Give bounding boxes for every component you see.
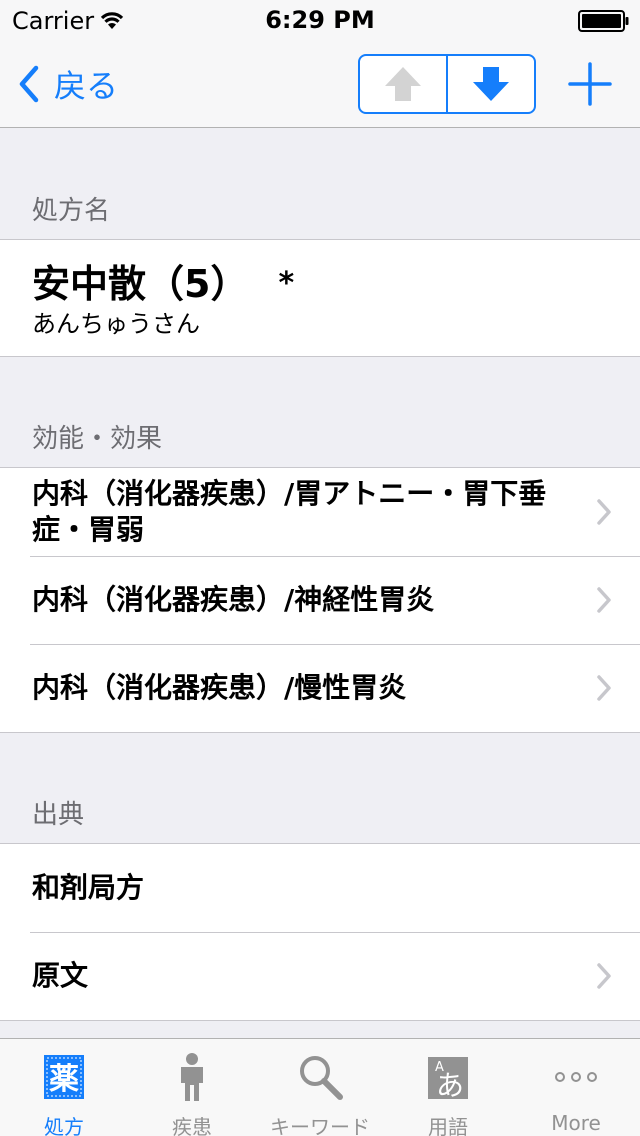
prescription-name: 安中散（5） bbox=[32, 262, 249, 306]
tab-label: 疾患 bbox=[172, 1115, 212, 1136]
tab-bar: 薬 処方 疾患 キーワード A あ 用語 More bbox=[0, 1038, 640, 1136]
back-button[interactable]: 戻る bbox=[14, 60, 118, 108]
tab-label: 用語 bbox=[428, 1115, 468, 1136]
effect-row[interactable]: 内科（消化器疾患）/神経性胃炎 bbox=[0, 556, 640, 644]
previous-button[interactable] bbox=[360, 56, 446, 112]
section-header-label: 処方名 bbox=[32, 196, 111, 226]
section-header-effects: 効能・効果 bbox=[0, 357, 640, 467]
chevron-left-icon bbox=[19, 65, 39, 103]
source-label: 和剤局方 bbox=[32, 871, 145, 904]
medicine-icon-glyph: 薬 bbox=[49, 1062, 79, 1097]
section-header-label: 出典 bbox=[32, 800, 85, 830]
effect-label: 内科（消化器疾患）/神経性胃炎 bbox=[32, 583, 435, 616]
name-group: 安中散（5） * あんちゅうさん bbox=[0, 239, 640, 357]
section-header-label: 効能・効果 bbox=[32, 424, 163, 454]
tab-label: キーワード bbox=[270, 1115, 370, 1136]
effects-group: 内科（消化器疾患）/胃アトニー・胃下垂症・胃弱 内科（消化器疾患）/神経性胃炎 … bbox=[0, 467, 640, 733]
source-row: 和剤局方 bbox=[0, 844, 640, 932]
tab-diseases[interactable]: 疾患 bbox=[128, 1039, 256, 1136]
more-icon bbox=[555, 1072, 597, 1082]
effect-row[interactable]: 内科（消化器疾患）/慢性胃炎 bbox=[0, 644, 640, 732]
detail-table: 処方名 安中散（5） * あんちゅうさん 効能・効果 内科（消化器疾患）/胃アトニ… bbox=[0, 129, 640, 1038]
glossary-icon-glyph: あ bbox=[436, 1069, 464, 1102]
add-button[interactable] bbox=[564, 58, 616, 110]
tab-label: More bbox=[551, 1111, 601, 1135]
clock: 6:29 PM bbox=[265, 6, 375, 34]
source-group: 和剤局方 原文 bbox=[0, 843, 640, 1021]
arrow-up-icon bbox=[385, 67, 421, 101]
prescription-reading: あんちゅうさん bbox=[32, 310, 200, 338]
arrow-down-icon bbox=[473, 67, 509, 101]
navigation-bar: 戻る bbox=[0, 40, 640, 128]
original-text-row[interactable]: 原文 bbox=[0, 932, 640, 1020]
prev-next-segmented-control bbox=[358, 54, 536, 114]
prescription-mark: * bbox=[278, 266, 295, 301]
effect-label: 内科（消化器疾患）/慢性胃炎 bbox=[32, 671, 407, 704]
magnifier-icon bbox=[300, 1056, 343, 1100]
tab-more[interactable]: More bbox=[512, 1039, 640, 1136]
tab-glossary[interactable]: A あ 用語 bbox=[384, 1039, 512, 1136]
glossary-icon: A あ bbox=[428, 1057, 468, 1102]
section-header-name: 処方名 bbox=[0, 129, 640, 239]
section-header-source: 出典 bbox=[0, 733, 640, 843]
chevron-right-icon bbox=[597, 963, 611, 989]
chevron-right-icon bbox=[597, 675, 611, 701]
medicine-icon: 薬 bbox=[44, 1055, 84, 1099]
tab-label: 処方 bbox=[44, 1115, 84, 1136]
chevron-right-icon bbox=[597, 587, 611, 613]
tab-keywords[interactable]: キーワード bbox=[256, 1039, 384, 1136]
person-icon bbox=[181, 1053, 203, 1101]
effect-row[interactable]: 内科（消化器疾患）/胃アトニー・胃下垂症・胃弱 bbox=[0, 468, 640, 556]
back-label: 戻る bbox=[54, 67, 119, 105]
effect-label: 内科（消化器疾患）/胃アトニー・胃下垂症・胃弱 bbox=[32, 477, 547, 546]
tab-prescriptions[interactable]: 薬 処方 bbox=[0, 1039, 128, 1136]
chevron-right-icon bbox=[597, 499, 611, 525]
status-bar: Carrier 6:29 PM bbox=[0, 0, 640, 40]
battery-icon bbox=[578, 10, 629, 32]
original-text-label: 原文 bbox=[32, 959, 89, 992]
prescription-name-cell: 安中散（5） * あんちゅうさん bbox=[0, 240, 640, 356]
next-button[interactable] bbox=[446, 56, 534, 112]
